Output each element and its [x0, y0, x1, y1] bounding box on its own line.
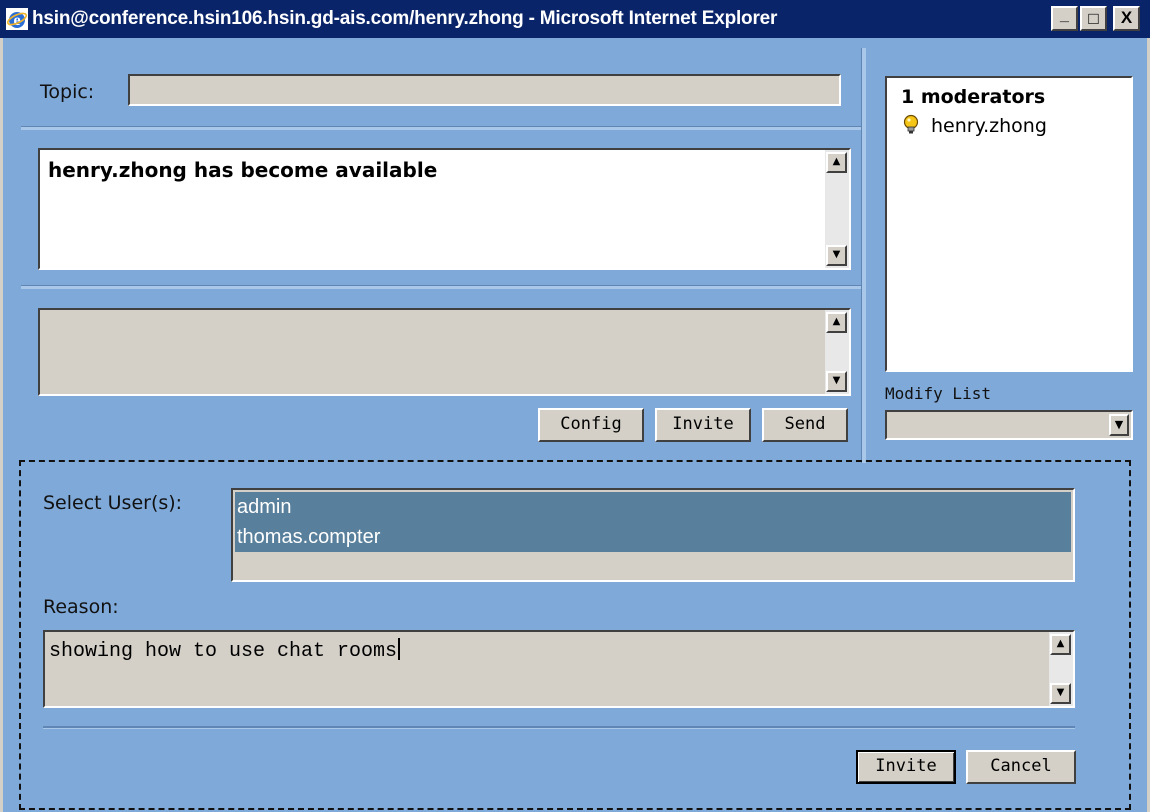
reason-input[interactable]: showing how to use chat rooms ▲ ▼	[43, 630, 1075, 708]
minimize-icon: _	[1060, 7, 1069, 24]
invite-button[interactable]: Invite	[655, 408, 751, 442]
scroll-up-arrow-icon[interactable]: ▲	[1050, 634, 1071, 655]
send-button[interactable]: Send	[762, 408, 848, 442]
window-title: hsin@conference.hsin106.hsin.gd-ais.com/…	[32, 8, 778, 29]
reason-text: showing how to use chat rooms	[49, 638, 401, 663]
message-input[interactable]: ▲ ▼	[38, 308, 851, 396]
topic-input[interactable]	[128, 74, 841, 106]
chat-room-window: Topic: henry.zhong has become available …	[0, 38, 1150, 812]
reason-scrollbar[interactable]: ▲ ▼	[1049, 632, 1073, 706]
internet-explorer-icon: e	[6, 8, 28, 30]
chat-message: henry.zhong has become available	[48, 158, 438, 182]
scroll-up-arrow-icon[interactable]: ▲	[826, 312, 847, 333]
modify-list-label: Modify List	[885, 384, 991, 403]
lightbulb-icon	[903, 114, 919, 134]
vertical-divider	[861, 48, 866, 463]
reason-label: Reason:	[43, 596, 119, 618]
user-select-list[interactable]: admin thomas.compter	[231, 488, 1075, 582]
horizontal-divider	[21, 126, 861, 130]
title-bar: e hsin@conference.hsin106.hsin.gd-ais.co…	[0, 0, 1150, 38]
chat-log-scrollbar[interactable]: ▲ ▼	[825, 150, 849, 268]
maximize-button[interactable]: □	[1080, 6, 1107, 31]
config-button[interactable]: Config	[538, 408, 644, 442]
user-option-admin[interactable]: admin	[235, 492, 1071, 522]
section-divider	[43, 726, 1075, 729]
moderator-item[interactable]: henry.zhong	[901, 114, 1047, 137]
cancel-button[interactable]: Cancel	[966, 750, 1076, 784]
topic-label: Topic:	[40, 81, 95, 103]
scroll-down-arrow-icon[interactable]: ▼	[826, 371, 847, 392]
reason-value: showing how to use chat rooms	[49, 640, 398, 663]
moderators-heading: 1 moderators	[901, 86, 1046, 108]
user-option-thomas[interactable]: thomas.compter	[235, 522, 1071, 552]
scroll-down-arrow-icon[interactable]: ▼	[1050, 683, 1071, 704]
modify-list-select[interactable]: ▼	[885, 410, 1133, 440]
scroll-up-arrow-icon[interactable]: ▲	[826, 152, 847, 173]
chevron-down-icon[interactable]: ▼	[1109, 414, 1129, 436]
minimize-button[interactable]: _	[1051, 6, 1078, 31]
moderator-name: henry.zhong	[931, 115, 1047, 137]
maximize-icon: □	[1088, 9, 1099, 28]
close-button[interactable]: X	[1113, 6, 1140, 31]
message-input-scrollbar[interactable]: ▲ ▼	[825, 310, 849, 394]
scroll-down-arrow-icon[interactable]: ▼	[826, 245, 847, 266]
select-users-label: Select User(s):	[43, 492, 183, 514]
text-cursor	[398, 638, 401, 660]
chat-log[interactable]: henry.zhong has become available ▲ ▼	[38, 148, 851, 270]
close-icon: X	[1120, 8, 1133, 27]
occupants-list[interactable]: 1 moderators henry.zhong	[885, 76, 1133, 372]
horizontal-divider	[21, 285, 861, 289]
invite-confirm-button[interactable]: Invite	[856, 750, 956, 784]
